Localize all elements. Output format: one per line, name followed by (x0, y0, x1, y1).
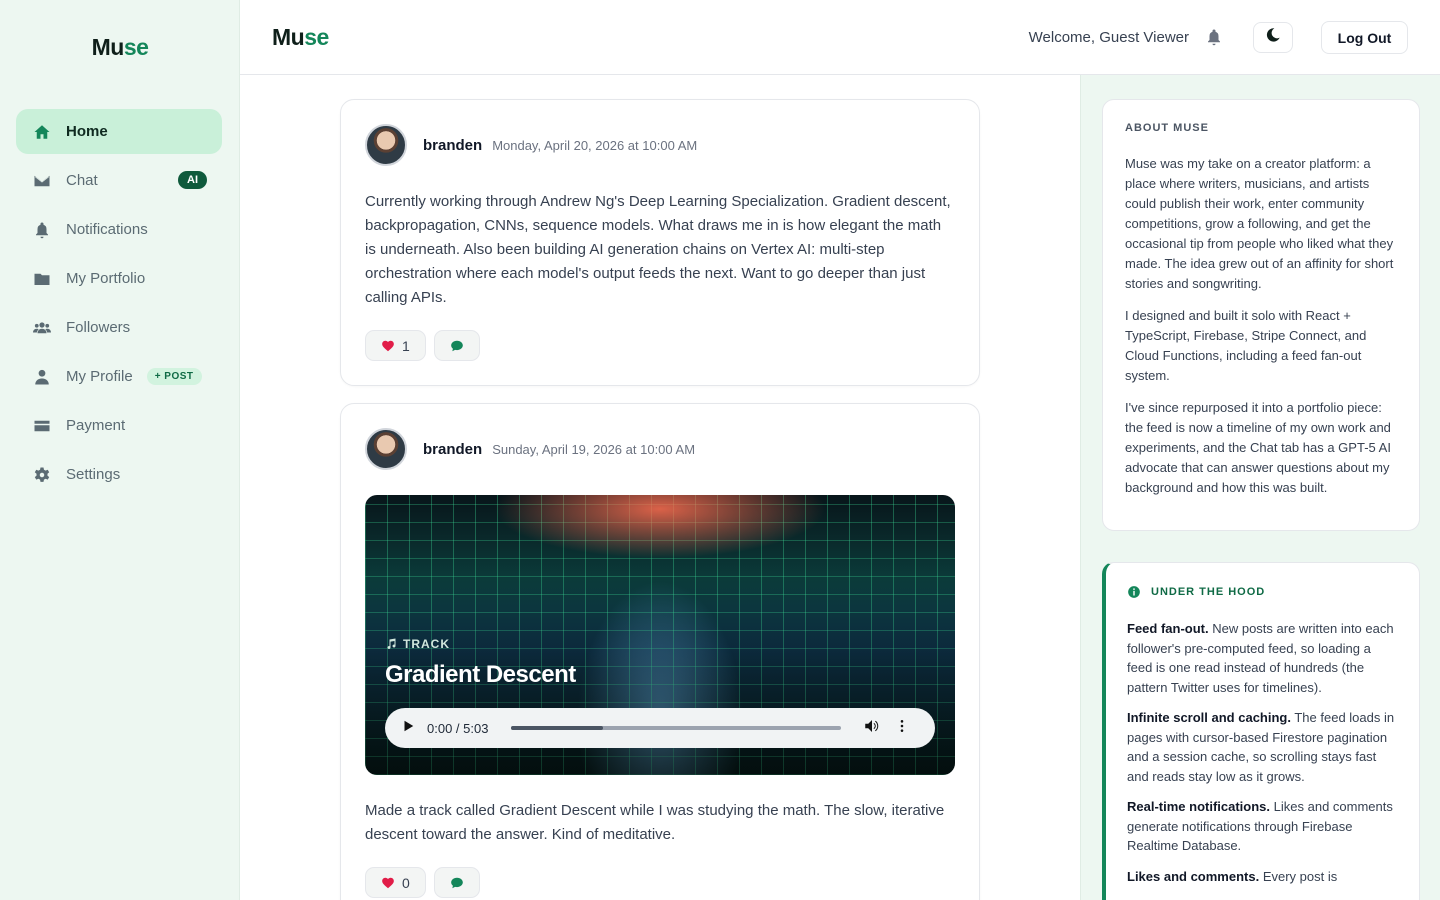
comment-icon (450, 340, 463, 351)
folder-icon (32, 269, 52, 289)
home-icon (32, 122, 52, 142)
player-progress-bar[interactable] (511, 726, 841, 730)
avatar[interactable] (365, 124, 407, 166)
envelope-icon (32, 171, 52, 191)
sidebar-item-label: Settings (66, 466, 121, 483)
sidebar-item-payment[interactable]: Payment (16, 403, 222, 448)
volume-icon[interactable] (863, 717, 881, 740)
post-actions: 0 (365, 867, 955, 898)
sidebar-item-label: Notifications (66, 221, 148, 238)
about-paragraph: I've since repurposed it into a portfoli… (1125, 400, 1391, 495)
logout-button[interactable]: Log Out (1321, 21, 1408, 54)
top-header: Muse Welcome, Guest Viewer Log Out (240, 0, 1440, 75)
heart-icon (382, 877, 394, 888)
post-badge[interactable]: + POST (146, 368, 202, 385)
credit-card-icon (32, 416, 52, 436)
feed-post: branden Monday, April 20, 2026 at 10:00 … (340, 99, 980, 386)
avatar[interactable] (365, 428, 407, 470)
about-card: ABOUT MUSE Muse was my take on a creator… (1102, 99, 1420, 531)
track-title: Gradient Descent (385, 661, 576, 688)
post-header: branden Monday, April 20, 2026 at 10:00 … (365, 124, 955, 166)
notifications-bell-icon[interactable] (1205, 28, 1225, 48)
like-count: 0 (402, 874, 410, 891)
audio-player: 0:00 / 5:03 (385, 708, 935, 748)
hood-item: Feed fan-out. New posts are written into… (1127, 621, 1394, 695)
sidebar-item-chat[interactable]: Chat AI (16, 158, 222, 203)
header-logo[interactable]: Muse (272, 24, 329, 51)
post-date: Monday, April 20, 2026 at 10:00 AM (492, 137, 698, 153)
moon-icon (1265, 27, 1281, 48)
about-title: ABOUT MUSE (1125, 122, 1209, 134)
post-actions: 1 (365, 330, 955, 361)
under-the-hood-card: UNDER THE HOOD Feed fan-out. New posts a… (1102, 562, 1420, 900)
info-icon (1128, 586, 1140, 598)
sidebar-item-label: Payment (66, 417, 126, 434)
gear-icon (32, 465, 52, 485)
about-paragraph: I designed and built it solo with React … (1125, 308, 1367, 383)
feed: branden Monday, April 20, 2026 at 10:00 … (340, 99, 980, 900)
sidebar-logo[interactable]: Muse (0, 34, 240, 61)
sidebar-item-label: Chat (66, 172, 98, 189)
post-author[interactable]: branden (423, 441, 482, 458)
more-options-icon[interactable] (895, 719, 909, 738)
sidebar-item-followers[interactable]: Followers (16, 305, 222, 350)
track-cover: TRACK Gradient Descent 0:00 / 5:03 (365, 495, 955, 775)
bell-icon (32, 220, 52, 240)
sidebar-item-settings[interactable]: Settings (16, 452, 222, 497)
post-text: Currently working through Andrew Ng's De… (365, 193, 951, 306)
play-icon[interactable] (401, 719, 415, 738)
music-note-icon (387, 638, 396, 650)
users-icon (32, 318, 52, 338)
comment-icon (450, 877, 463, 888)
comment-button[interactable] (433, 867, 480, 898)
sidebar-item-label: Followers (66, 319, 131, 336)
sidebar-item-label: My Portfolio (66, 270, 146, 287)
theme-toggle-button[interactable] (1253, 22, 1293, 53)
sidebar-item-profile[interactable]: My Profile + POST (16, 354, 222, 399)
feed-post: branden Sunday, April 19, 2026 at 10:00 … (340, 403, 980, 900)
like-count: 1 (402, 337, 410, 354)
like-button[interactable]: 0 (365, 867, 426, 898)
hood-title: UNDER THE HOOD (1127, 585, 1397, 599)
sidebar-nav: Home Chat AI Notifications My Portfolio … (16, 109, 222, 501)
player-progress-fill (511, 726, 604, 730)
user-icon (32, 367, 52, 387)
sidebar-item-notifications[interactable]: Notifications (16, 207, 222, 252)
welcome-text: Welcome, Guest Viewer (1028, 29, 1189, 46)
player-time: 0:00 / 5:03 (427, 720, 489, 736)
ai-badge: AI (178, 171, 207, 189)
post-header: branden Sunday, April 19, 2026 at 10:00 … (365, 428, 955, 470)
hood-item: Likes and comments. Every post is (1127, 868, 1338, 884)
track-label: TRACK (385, 637, 450, 651)
post-author[interactable]: branden (423, 137, 482, 154)
about-paragraph: Muse was my take on a creator platform: … (1125, 156, 1394, 291)
comment-button[interactable] (433, 330, 480, 361)
hood-item: Real-time notifications. Likes and comme… (1127, 799, 1393, 853)
right-panel: ABOUT MUSE Muse was my take on a creator… (1080, 75, 1440, 900)
like-button[interactable]: 1 (365, 330, 426, 361)
heart-icon (382, 340, 394, 351)
sidebar-item-portfolio[interactable]: My Portfolio (16, 256, 222, 301)
sidebar-item-home[interactable]: Home (16, 109, 222, 154)
post-text: Made a track called Gradient Descent whi… (365, 802, 945, 843)
hood-item: Infinite scroll and caching. The feed lo… (1127, 710, 1395, 784)
sidebar-item-label: My Profile (66, 368, 133, 385)
sidebar: Muse Home Chat AI Notifications My Portf… (0, 0, 240, 900)
post-date: Sunday, April 19, 2026 at 10:00 AM (492, 441, 696, 457)
sidebar-item-label: Home (66, 123, 108, 140)
